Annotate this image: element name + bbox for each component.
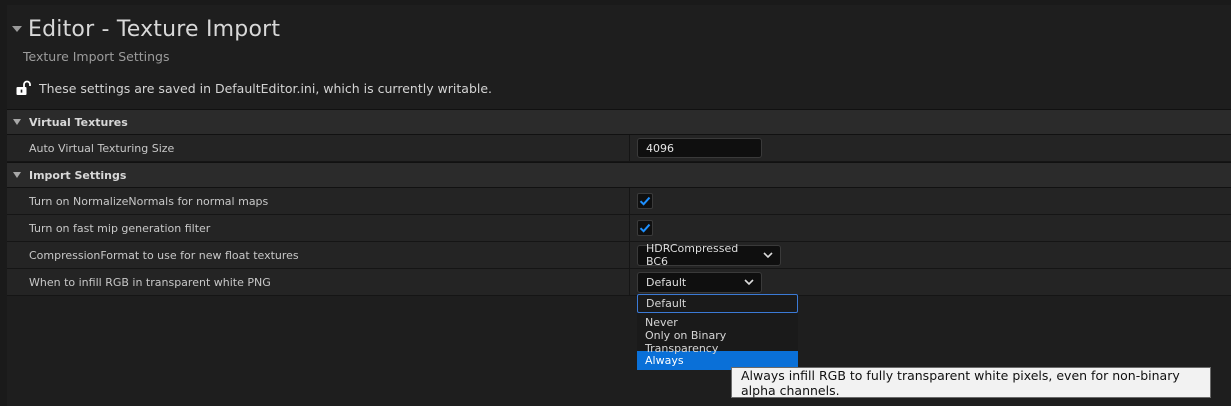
property-value — [637, 188, 653, 214]
dropdown-option-binary-transparency[interactable]: Only on Binary Transparency — [637, 329, 798, 355]
collapse-arrow-icon[interactable] — [12, 26, 22, 32]
notice-text: These settings are saved in DefaultEdito… — [39, 80, 493, 96]
triangle-down-icon[interactable] — [13, 119, 21, 125]
property-label: When to infill RGB in transparent white … — [7, 269, 630, 295]
settings-panel: Editor - Texture Import Texture Import S… — [7, 5, 1231, 406]
property-label: Auto Virtual Texturing Size — [7, 135, 630, 161]
property-grid: Virtual Textures Auto Virtual Texturing … — [7, 109, 1231, 296]
page-title: Editor - Texture Import — [28, 16, 281, 42]
option-tooltip: Always infill RGB to fully transparent w… — [731, 367, 1211, 398]
dropdown-option-default[interactable]: Default — [637, 294, 798, 313]
auto-vt-size-input[interactable]: 4096 — [637, 138, 762, 158]
chevron-down-icon — [744, 276, 754, 289]
page-subtitle: Texture Import Settings — [23, 49, 170, 64]
property-label: CompressionFormat to use for new float t… — [7, 242, 630, 268]
category-label: Import Settings — [29, 168, 127, 182]
normalize-normals-checkbox[interactable] — [637, 193, 653, 209]
checkmark-icon — [639, 223, 651, 233]
property-value: Default — [637, 269, 762, 295]
infill-rgb-dropdown-menu: Default Never Only on Binary Transparenc… — [637, 294, 798, 370]
category-import-settings[interactable]: Import Settings — [7, 162, 1231, 188]
infill-rgb-combo[interactable]: Default — [637, 271, 762, 293]
unlocked-lock-icon — [15, 80, 31, 96]
property-row-infill-rgb: When to infill RGB in transparent white … — [7, 269, 1231, 296]
property-row-compression-format: CompressionFormat to use for new float t… — [7, 242, 1231, 269]
chevron-down-icon — [763, 249, 773, 262]
property-row-auto-vt-size: Auto Virtual Texturing Size 4096 — [7, 135, 1231, 162]
property-row-normalize-normals: Turn on NormalizeNormals for normal maps — [7, 188, 1231, 215]
section-header[interactable]: Editor - Texture Import — [7, 13, 280, 45]
property-row-fast-mip: Turn on fast mip generation filter — [7, 215, 1231, 242]
combo-value: Default — [646, 275, 687, 289]
checkmark-icon — [639, 196, 651, 206]
category-label: Virtual Textures — [29, 115, 128, 129]
combo-value: HDRCompressed BC6 — [646, 242, 739, 268]
property-label: Turn on NormalizeNormals for normal maps — [7, 188, 630, 214]
compression-format-combo[interactable]: HDRCompressed BC6 — [637, 242, 781, 268]
property-label: Turn on fast mip generation filter — [7, 215, 630, 241]
category-virtual-textures[interactable]: Virtual Textures — [7, 109, 1231, 135]
triangle-down-icon[interactable] — [13, 172, 21, 178]
property-value — [637, 215, 653, 241]
property-value: HDRCompressed BC6 — [637, 242, 781, 268]
config-notice: These settings are saved in DefaultEdito… — [15, 79, 492, 97]
property-value: 4096 — [637, 135, 762, 161]
fast-mip-checkbox[interactable] — [637, 220, 653, 236]
